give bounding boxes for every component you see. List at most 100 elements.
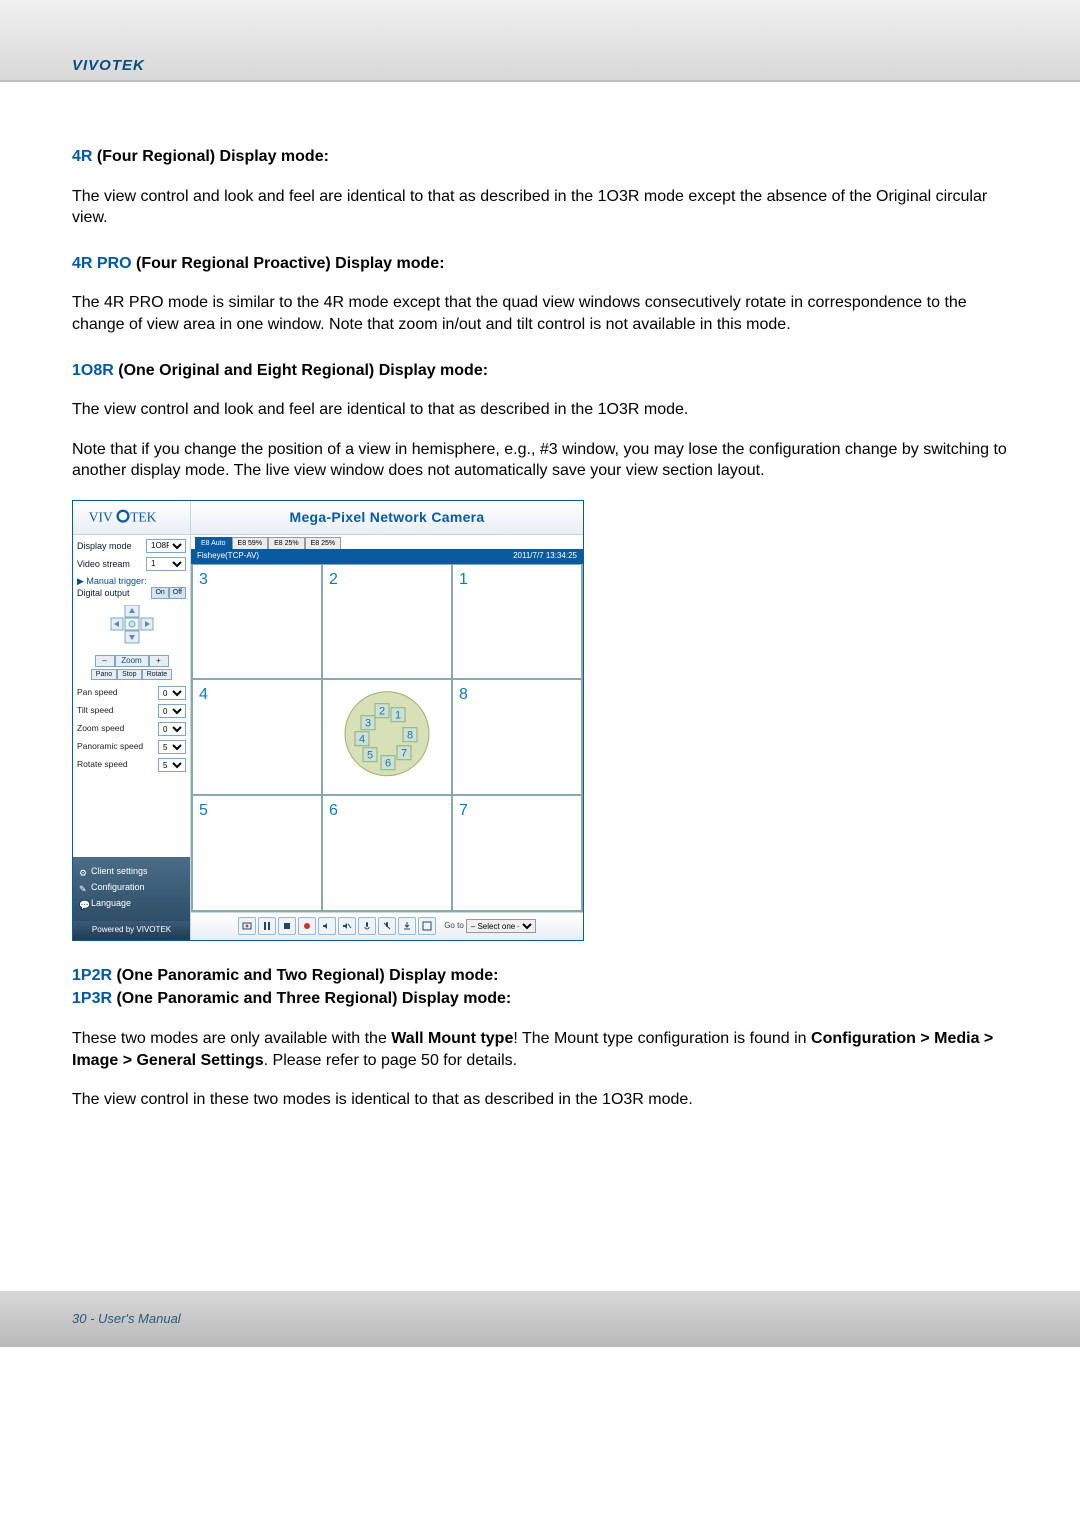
- grid-cell-1[interactable]: 1: [452, 564, 582, 680]
- hemisphere-icon: 1 2 3 4 5 6 7 8: [339, 686, 435, 789]
- goto-select[interactable]: – Select one –: [466, 919, 536, 933]
- playback-bar: Go to – Select one –: [191, 912, 583, 940]
- stop-tab[interactable]: Stop: [117, 669, 141, 680]
- brand-text: Vivotek: [72, 57, 145, 80]
- heading-1o8r-code: 1O8R: [72, 362, 114, 379]
- para-4r: The view control and look and feel are i…: [72, 186, 1008, 229]
- svg-text:4: 4: [359, 734, 365, 746]
- para-1o8r-2: Note that if you change the position of …: [72, 439, 1008, 482]
- grid-cell-6[interactable]: 6: [322, 795, 452, 911]
- zoom-out-button[interactable]: –: [95, 655, 115, 667]
- ptz-joystick[interactable]: [77, 605, 186, 653]
- tilt-speed-label: Tilt speed: [77, 705, 114, 716]
- grid-cell-7[interactable]: 7: [452, 795, 582, 911]
- grid-cell-5[interactable]: 5: [192, 795, 322, 911]
- rotate-speed-label: Rotate speed: [77, 759, 128, 770]
- para-wallmount-1: These two modes are only available with …: [72, 1028, 1008, 1071]
- mic-mute-button[interactable]: [378, 917, 396, 935]
- grid-cell-original[interactable]: 1 2 3 4 5 6 7 8: [322, 679, 452, 795]
- heading-1p3r-rest: (One Panoramic and Three Regional) Displ…: [112, 990, 511, 1007]
- tilt-speed-select[interactable]: 0: [158, 704, 186, 718]
- record-button[interactable]: [298, 917, 316, 935]
- heading-1o8r: 1O8R (One Original and Eight Regional) D…: [72, 360, 1008, 382]
- heading-1p3r-code: 1P3R: [72, 990, 112, 1007]
- stream-timestamp: 2011/7/7 13:34:25: [513, 551, 577, 562]
- powered-by: Powered by VIVOTEK: [73, 921, 190, 940]
- preset-tab-1[interactable]: E8 Auto: [195, 537, 232, 549]
- snapshot-button[interactable]: [238, 917, 256, 935]
- video-stream-select[interactable]: 1: [146, 557, 186, 571]
- digital-on-button[interactable]: On: [151, 587, 168, 599]
- manual-trigger-label: Manual trigger:: [86, 576, 146, 586]
- mute-button[interactable]: [338, 917, 356, 935]
- preset-tab-2[interactable]: E8 59%: [232, 537, 269, 549]
- camera-title-bar: Mega-Pixel Network Camera: [191, 501, 583, 535]
- heading-4r-code: 4R: [72, 148, 92, 165]
- grid-cell-3[interactable]: 3: [192, 564, 322, 680]
- svg-text:VIV: VIV: [88, 510, 112, 525]
- svg-text:8: 8: [407, 730, 413, 742]
- svg-text:7: 7: [401, 748, 407, 760]
- rotate-speed-select[interactable]: 5: [158, 758, 186, 772]
- svg-text:5: 5: [367, 750, 373, 762]
- digital-output-label: Digital output: [77, 587, 130, 599]
- stream-info-bar: Fisheye(TCP-AV) 2011/7/7 13:34:25: [191, 549, 583, 564]
- pano-tab[interactable]: Pano: [91, 669, 117, 680]
- heading-1p3r: 1P3R (One Panoramic and Three Regional) …: [72, 988, 1008, 1010]
- display-mode-label: Display mode: [77, 540, 132, 552]
- fullscreen-button[interactable]: [418, 917, 436, 935]
- preset-tab-3[interactable]: E8 25%: [268, 537, 305, 549]
- video-stream-label: Video stream: [77, 558, 130, 570]
- heading-1p2r-code: 1P2R: [72, 967, 112, 984]
- pan-speed-select[interactable]: 0: [158, 686, 186, 700]
- stream-mode: Fisheye(TCP-AV): [197, 551, 259, 562]
- embedded-ui: VIV TEK Display mode 1O8R Video stream 1 …: [72, 500, 584, 941]
- mic-up-button[interactable]: [358, 917, 376, 935]
- zoom-in-button[interactable]: +: [149, 655, 169, 667]
- para-1o8r-1: The view control and look and feel are i…: [72, 399, 1008, 421]
- grid-cell-4[interactable]: 4: [192, 679, 322, 795]
- svg-text:1: 1: [395, 710, 401, 722]
- zoom-speed-select[interactable]: 0: [158, 722, 186, 736]
- sidebar-links: ⚙Client settings ✎Configuration 💬Languag…: [73, 857, 190, 921]
- heading-4rpro-rest: (Four Regional Proactive) Display mode:: [132, 255, 445, 272]
- heading-4r-rest: (Four Regional) Display mode:: [92, 148, 328, 165]
- heading-4rpro-code: 4R PRO: [72, 255, 132, 272]
- heading-4rpro: 4R PRO (Four Regional Proactive) Display…: [72, 253, 1008, 275]
- client-settings-link[interactable]: ⚙Client settings: [79, 865, 184, 877]
- para-4rpro: The 4R PRO mode is similar to the 4R mod…: [72, 292, 1008, 335]
- preset-tab-4[interactable]: E8 25%: [305, 537, 342, 549]
- chat-icon: 💬: [79, 899, 87, 907]
- para-wallmount-2: The view control in these two modes is i…: [72, 1089, 1008, 1111]
- panoramic-speed-select[interactable]: 5: [158, 740, 186, 754]
- pause-button[interactable]: [258, 917, 276, 935]
- svg-text:6: 6: [385, 758, 391, 770]
- grid-cell-2[interactable]: 2: [322, 564, 452, 680]
- pan-speed-label: Pan speed: [77, 687, 118, 698]
- zoom-label: Zoom: [115, 655, 149, 667]
- svg-text:TEK: TEK: [130, 510, 156, 525]
- logo: VIV TEK: [73, 501, 190, 535]
- svg-text:2: 2: [379, 706, 385, 718]
- gear-icon: ⚙: [79, 867, 87, 875]
- stop-button[interactable]: [278, 917, 296, 935]
- configuration-link[interactable]: ✎Configuration: [79, 881, 184, 893]
- heading-1o8r-rest: (One Original and Eight Regional) Displa…: [114, 362, 488, 379]
- display-mode-select[interactable]: 1O8R: [146, 539, 186, 553]
- language-link[interactable]: 💬Language: [79, 897, 184, 909]
- heading-4r: 4R (Four Regional) Display mode:: [72, 146, 1008, 168]
- rotate-tab[interactable]: Rotate: [142, 669, 173, 680]
- svg-text:3: 3: [365, 718, 371, 730]
- goto-label: Go to: [444, 921, 464, 932]
- digital-off-button[interactable]: Off: [169, 587, 186, 599]
- footer-band: 30 - User's Manual: [0, 1291, 1080, 1347]
- wrench-icon: ✎: [79, 883, 87, 891]
- volume-up-button[interactable]: [318, 917, 336, 935]
- grid-cell-8[interactable]: 8: [452, 679, 582, 795]
- sidebar: VIVTEK Display mode 1O8R Video stream 1 …: [73, 501, 191, 940]
- heading-1p2r-rest: (One Panoramic and Two Regional) Display…: [112, 967, 498, 984]
- panoramic-speed-label: Panoramic speed: [77, 741, 143, 752]
- download-button[interactable]: [398, 917, 416, 935]
- preset-tabs: E8 Auto E8 59% E8 25% E8 25%: [191, 537, 583, 549]
- video-grid: 3 2 1 4 1 2 3: [191, 564, 583, 912]
